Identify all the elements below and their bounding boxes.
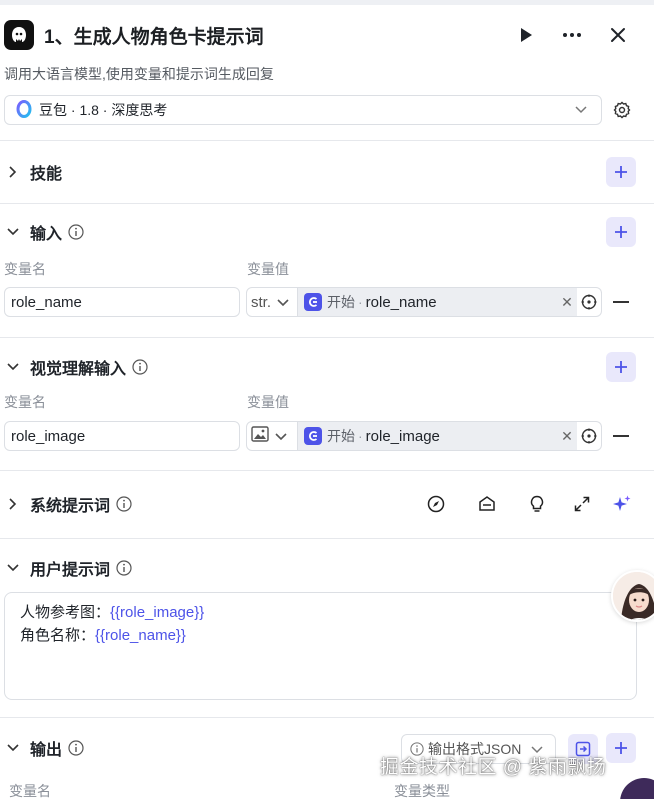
variable-name-input[interactable]: role_name <box>4 287 240 317</box>
add-skill-button[interactable] <box>606 157 636 187</box>
skills-section-header[interactable]: 技能 <box>4 157 636 187</box>
model-label: 豆包 · 1.8 · 深度思考 <box>39 102 168 118</box>
image-icon <box>251 426 269 446</box>
start-node-icon <box>304 293 322 311</box>
info-icon[interactable] <box>116 496 132 512</box>
reference-source: 开始 <box>327 428 355 444</box>
target-icon[interactable] <box>577 294 601 310</box>
doubao-logo-icon <box>15 99 33 121</box>
library-icon[interactable] <box>474 491 500 517</box>
top-edge <box>0 0 654 5</box>
reference-source: 开始 <box>327 294 355 310</box>
prompt-line: 角色名称：{{role_name}} <box>20 624 621 647</box>
skills-title: 技能 <box>30 166 63 183</box>
prompt-line: 人物参考图：{{role_image}} <box>20 601 621 624</box>
add-input-button[interactable] <box>606 217 636 247</box>
watermark: 掘金技术社区 @ 紫雨飘扬 <box>380 757 607 778</box>
chevron-down-icon <box>275 428 287 445</box>
divider <box>0 470 654 471</box>
divider <box>0 538 654 539</box>
user-prompt-title: 用户提示词 <box>30 562 111 579</box>
chevron-down-icon[interactable] <box>4 564 22 572</box>
reference-tag: 开始 · role_image ✕ <box>298 422 577 450</box>
prompt-text: 人物参考图： <box>20 604 111 621</box>
clear-icon[interactable]: ✕ <box>557 428 577 445</box>
sparkle-icon[interactable] <box>609 491 635 517</box>
bulb-icon[interactable] <box>524 491 550 517</box>
chevron-down-icon[interactable] <box>4 744 22 752</box>
add-output-button[interactable] <box>606 733 636 763</box>
divider <box>0 140 654 141</box>
type-label: str. <box>251 293 272 311</box>
type-select[interactable] <box>246 421 298 451</box>
input-section-header[interactable]: 输入 <box>4 217 636 247</box>
info-icon[interactable] <box>68 740 84 756</box>
col-label-name: 变量名 <box>4 261 46 277</box>
divider <box>0 717 654 718</box>
col-label-value: 变量值 <box>247 261 289 277</box>
reference-tag: 开始 · role_name ✕ <box>298 288 577 316</box>
divider <box>0 203 654 204</box>
user-prompt-section-header[interactable]: 用户提示词 <box>4 553 636 583</box>
variable-reference-field[interactable]: 开始 · role_image ✕ <box>298 421 602 451</box>
col-label-value: 变量值 <box>247 394 289 410</box>
variable-reference-field[interactable]: 开始 · role_name ✕ <box>298 287 602 317</box>
close-icon[interactable] <box>600 17 636 53</box>
system-prompt-title: 系统提示词 <box>30 498 111 515</box>
chevron-down-icon[interactable] <box>4 363 22 371</box>
col-label-type: 变量类型 <box>394 783 450 799</box>
node-title[interactable]: 1、生成人物角色卡提示词 <box>44 22 498 49</box>
prompt-variable[interactable]: {{role_image}} <box>110 604 204 621</box>
target-icon[interactable] <box>577 428 601 444</box>
node-description: 调用大语言模型,使用变量和提示词生成回复 <box>4 66 274 82</box>
assistant-avatar[interactable] <box>611 570 654 622</box>
variable-name-input[interactable]: role_image <box>4 421 240 451</box>
prompt-variable[interactable]: {{role_name}} <box>95 627 186 644</box>
start-node-icon <box>304 427 322 445</box>
remove-row-button[interactable] <box>613 435 629 437</box>
reference-variable: role_name <box>365 293 437 311</box>
remove-row-button[interactable] <box>613 301 629 303</box>
expand-icon[interactable] <box>569 491 595 517</box>
info-icon[interactable] <box>116 560 132 576</box>
chevron-right-icon[interactable] <box>4 498 22 510</box>
llm-node-icon <box>4 20 34 50</box>
input-title: 输入 <box>30 226 63 243</box>
type-select[interactable]: str. <box>246 287 298 317</box>
model-select[interactable]: 豆包 · 1.8 · 深度思考 <box>4 95 602 125</box>
add-vision-input-button[interactable] <box>606 352 636 382</box>
col-label-name: 变量名 <box>9 783 51 799</box>
chevron-down-icon <box>277 294 289 311</box>
info-icon[interactable] <box>68 224 84 240</box>
reference-variable: role_image <box>365 427 440 445</box>
more-icon[interactable] <box>554 17 590 53</box>
col-label-name: 变量名 <box>4 394 46 410</box>
vision-input-section-header[interactable]: 视觉理解输入 <box>4 352 636 382</box>
prompt-text: 角色名称： <box>20 627 96 644</box>
play-icon[interactable] <box>508 17 544 53</box>
vision-input-title: 视觉理解输入 <box>30 361 127 378</box>
node-header: 1、生成人物角色卡提示词 <box>4 16 636 54</box>
info-icon[interactable] <box>132 359 148 375</box>
chevron-down-icon <box>569 106 593 114</box>
floating-action-icon[interactable] <box>620 778 654 799</box>
divider <box>0 337 654 338</box>
chevron-down-icon[interactable] <box>4 228 22 236</box>
clear-icon[interactable]: ✕ <box>557 294 577 311</box>
compass-icon[interactable] <box>423 491 449 517</box>
chevron-right-icon[interactable] <box>4 166 22 178</box>
output-title: 输出 <box>30 742 63 759</box>
gear-icon[interactable] <box>608 96 636 124</box>
user-prompt-editor[interactable]: 人物参考图：{{role_image}} 角色名称：{{role_name}} <box>4 592 637 700</box>
